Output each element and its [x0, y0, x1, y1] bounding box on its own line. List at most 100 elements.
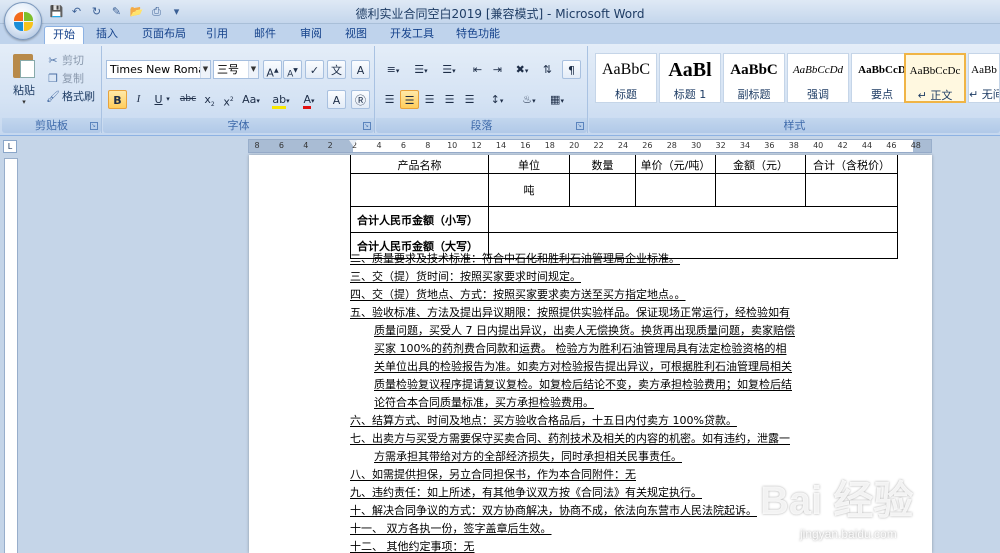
first-line-indent-marker[interactable]: [349, 140, 357, 146]
tab-home[interactable]: 开始: [44, 26, 84, 44]
font-size-combo[interactable]: 三号 ▼: [213, 60, 259, 79]
ruler-number: 30: [691, 141, 702, 150]
paste-button[interactable]: 粘贴 ▾: [6, 52, 42, 106]
paste-dropdown-icon[interactable]: ▾: [6, 98, 42, 106]
format-painter-label: 格式刷: [62, 90, 95, 103]
tab-review[interactable]: 审阅: [292, 26, 330, 44]
align-left-icon[interactable]: ☰: [380, 90, 399, 109]
ribbon-tabs: 开始 插入 页面布局 引用 邮件 审阅 视图 开发工具 特色功能: [0, 24, 1000, 44]
line-spacing-icon[interactable]: ↕▾: [484, 90, 510, 109]
paragraph-launcher-icon[interactable]: ↘: [576, 122, 584, 130]
title-bar: 💾 ↶ ↻ ✎ 📂 ⎙ ▾ 德利实业合同空白2019 [兼容模式] - Micr…: [0, 0, 1000, 24]
show-marks-icon[interactable]: ¶: [562, 60, 581, 79]
ruler-number: 4: [376, 141, 382, 150]
style-emphasis[interactable]: AaBbCcDd 强调: [787, 53, 849, 103]
grow-font-icon[interactable]: A▲: [263, 60, 282, 80]
style-title[interactable]: AaBbC 标题: [595, 53, 657, 103]
clause-4: 四、交（提）货地点、方式：按照买家要求卖方送至买方指定地点。。: [350, 288, 686, 301]
numbering-icon[interactable]: ☰▾: [408, 60, 434, 79]
clipboard-launcher-icon[interactable]: ↘: [90, 122, 98, 130]
justify-icon[interactable]: ☰: [440, 90, 459, 109]
char-shading-icon[interactable]: A: [327, 90, 346, 109]
tab-view[interactable]: 视图: [337, 26, 375, 44]
table-cell: 合计（含税价）: [805, 155, 898, 174]
horizontal-ruler[interactable]: 8 6 4 2 2 4 6 8 10 12 14 16 18 20 22 24 26 28 30 32 34 36 38 40…: [248, 139, 932, 153]
font-size-value: 三号: [217, 63, 239, 76]
styles-gallery: AaBbC 标题 AaBl 标题 1 AaBbC 副标题 AaBbCcDd 强调…: [591, 50, 1000, 112]
tab-selector-icon[interactable]: L: [3, 140, 17, 153]
enclose-char-icon[interactable]: Ⓡ: [351, 90, 370, 109]
table-cell: [715, 173, 806, 207]
tab-special-features[interactable]: 特色功能: [450, 26, 506, 44]
chevron-down-icon[interactable]: ▼: [248, 61, 258, 78]
font-launcher-icon[interactable]: ↘: [363, 122, 371, 130]
ruler-number: 48: [910, 141, 921, 150]
shading-icon[interactable]: ♨▾: [516, 90, 542, 109]
clause-5-line-3: 买家 100%的药剂费合同款和运费。 检验方为胜利石油管理局具有法定检验资格的相: [374, 342, 787, 355]
distributed-icon[interactable]: ☰: [460, 90, 479, 109]
align-right-icon[interactable]: ☰: [420, 90, 439, 109]
style-normal[interactable]: AaBbCcDc ↵ 正文: [904, 53, 966, 103]
window-title: 德利实业合同空白2019 [兼容模式] - Microsoft Word: [355, 7, 645, 21]
borders-icon[interactable]: ▦▾: [544, 90, 570, 109]
ruler-number: 8: [254, 141, 260, 150]
shrink-font-icon[interactable]: A▼: [283, 60, 302, 80]
table-cell: [805, 173, 898, 207]
paragraph-group-label: 段落: [376, 118, 587, 133]
style-subtitle[interactable]: AaBbC 副标题: [723, 53, 785, 103]
format-painter-button[interactable]: 🖌 格式刷: [46, 88, 95, 105]
style-no-spacing[interactable]: AaBb ↵ 无间: [968, 53, 1000, 103]
underline-dropdown-icon[interactable]: ▾: [163, 90, 173, 109]
ruler-number: 26: [642, 141, 653, 150]
align-center-icon[interactable]: ☰: [400, 90, 419, 109]
superscript-icon[interactable]: x2: [219, 90, 238, 109]
table-row: 合计人民币金额（小写）: [350, 206, 898, 233]
ruler-number: 36: [764, 141, 775, 150]
clause-6: 六、结算方式、时间及地点：买方验收合格品后，十五日内付卖方 100%贷款。: [350, 414, 737, 427]
strikethrough-icon[interactable]: abc: [177, 90, 199, 109]
office-button[interactable]: [4, 2, 42, 40]
font-color-icon[interactable]: A▾: [297, 90, 321, 109]
table-cell: [569, 173, 636, 207]
font-name-combo[interactable]: Times New Romar ▼: [106, 60, 211, 79]
ruler-number: 2: [327, 141, 333, 150]
bold-icon[interactable]: B: [108, 90, 127, 109]
italic-icon[interactable]: I: [129, 90, 148, 109]
paste-icon: [11, 52, 37, 80]
font-group: Times New Romar ▼ 三号 ▼ A▲ A▼ ✓ 文 A B I U ▾…: [103, 46, 375, 133]
increase-indent-icon[interactable]: ⇥: [488, 60, 507, 79]
bullets-icon[interactable]: ≡▾: [380, 60, 406, 79]
ruler-number: 22: [593, 141, 604, 150]
chevron-down-icon[interactable]: ▼: [200, 61, 210, 78]
phonetic-guide-icon[interactable]: 文: [327, 60, 346, 79]
style-sample: AaBbC: [602, 61, 650, 78]
char-border-icon[interactable]: A: [351, 60, 370, 79]
copy-button[interactable]: ❐ 复制: [46, 70, 84, 87]
multilevel-list-icon[interactable]: ☰▾: [436, 60, 462, 79]
change-case-icon[interactable]: Aa▾: [239, 90, 263, 109]
ruler-number: 44: [861, 141, 873, 150]
style-name: 标题: [615, 88, 637, 101]
tab-page-layout[interactable]: 页面布局: [136, 26, 192, 44]
table-cell: 吨: [488, 173, 570, 207]
sort-icon[interactable]: ⇅: [538, 60, 557, 79]
tab-insert[interactable]: 插入: [88, 26, 126, 44]
watermark-logo: Bai 经验: [760, 479, 914, 523]
chinese-layout-icon[interactable]: ✖▾: [510, 60, 534, 79]
clause-5-line-6: 论符合本合同质量标准，买方承担检验费用。: [374, 396, 594, 409]
ruler-number: 40: [813, 141, 824, 150]
highlight-icon[interactable]: ab▾: [269, 90, 293, 109]
style-heading-1[interactable]: AaBl 标题 1: [659, 53, 721, 103]
ruler-number: 32: [715, 141, 726, 150]
tab-mailings[interactable]: 邮件: [246, 26, 284, 44]
style-name: 强调: [807, 88, 829, 101]
ruler-area: L 8 6 4 2 2 4 6 8 10 12 14 16 18 20 22 24 26 28 30 32 34 36 38…: [0, 137, 1000, 155]
tab-developer[interactable]: 开发工具: [384, 26, 440, 44]
clause-5-line-4: 关单位出具的检验报告为准。如卖方对检验报告提出异议，可根据胜利石油管理局相关: [374, 360, 792, 373]
table-cell: 金额（元）: [715, 155, 806, 174]
clear-format-icon[interactable]: ✓: [305, 60, 324, 79]
subscript-icon[interactable]: x2: [200, 90, 219, 109]
cut-button[interactable]: ✂ 剪切: [46, 52, 84, 69]
decrease-indent-icon[interactable]: ⇤: [468, 60, 487, 79]
tab-references[interactable]: 引用: [198, 26, 236, 44]
